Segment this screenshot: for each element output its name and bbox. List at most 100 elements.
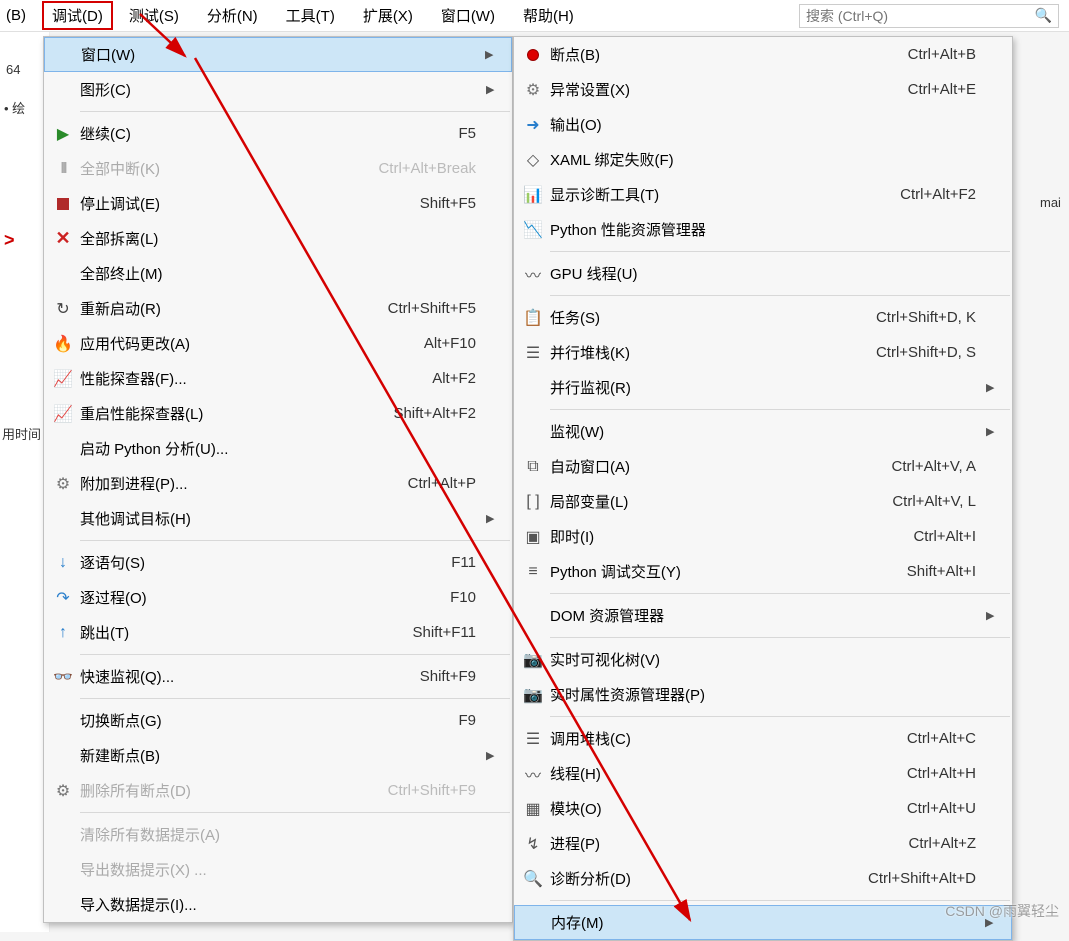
right_menu-item[interactable]: 断点(B)Ctrl+Alt+B [514, 37, 1012, 72]
menu-item-shortcut: Ctrl+Alt+H [907, 765, 986, 782]
menubar-item-test[interactable]: 测试(S) [115, 1, 193, 30]
menu-item-shortcut: Ctrl+Alt+U [907, 800, 986, 817]
menubar-item-analyze[interactable]: 分析(N) [193, 1, 272, 30]
menu-item-label: 自动窗口(A) [550, 456, 892, 477]
right_menu-item[interactable]: 〰GPU 线程(U) [514, 256, 1012, 291]
right_menu-item[interactable]: 并行监视(R)▶ [514, 370, 1012, 405]
left_menu-item[interactable]: ✕全部拆离(L) [44, 221, 512, 256]
blank-icon [46, 78, 80, 102]
menu-separator [80, 698, 510, 699]
menubar-item-help[interactable]: 帮助(H) [509, 1, 588, 30]
menu-separator [80, 812, 510, 813]
right_menu-item[interactable]: ◇XAML 绑定失败(F) [514, 142, 1012, 177]
left_menu-item[interactable]: 停止调试(E)Shift+F5 [44, 186, 512, 221]
left_menu-item[interactable]: 启动 Python 分析(U)... [44, 431, 512, 466]
menu-item-label: 启动 Python 分析(U)... [80, 438, 476, 459]
right_menu-item[interactable]: 内存(M)▶ [514, 905, 1012, 940]
search-input[interactable] [806, 8, 1035, 24]
left_menu-item[interactable]: ⚙附加到进程(P)...Ctrl+Alt+P [44, 466, 512, 501]
left_menu-item[interactable]: ↻重新启动(R)Ctrl+Shift+F5 [44, 291, 512, 326]
right_menu-item[interactable]: 监视(W)▶ [514, 414, 1012, 449]
right_menu-item[interactable]: ▣即时(I)Ctrl+Alt+I [514, 519, 1012, 554]
watch-icon: 👓 [46, 665, 80, 689]
left_menu-item[interactable]: ↷逐过程(O)F10 [44, 580, 512, 615]
right_menu-item[interactable]: ⚙异常设置(X)Ctrl+Alt+E [514, 72, 1012, 107]
left_menu-item: 导出数据提示(X) ... [44, 852, 512, 887]
left_menu-item[interactable]: 🔥应用代码更改(A)Alt+F10 [44, 326, 512, 361]
auto-icon: ⧉ [516, 455, 550, 479]
right_menu-item[interactable]: ▦模块(O)Ctrl+Alt+U [514, 791, 1012, 826]
left_menu-item: II全部中断(K)Ctrl+Alt+Break [44, 151, 512, 186]
bp-icon [516, 43, 550, 67]
bg-time: 用时间 [2, 424, 41, 443]
blank-icon [46, 709, 80, 733]
stepin-icon: ↓ [46, 551, 80, 575]
menu-item-label: 重启性能探查器(L) [80, 403, 393, 424]
left_menu-item[interactable]: 👓快速监视(Q)...Shift+F9 [44, 659, 512, 694]
left_menu-item[interactable]: 窗口(W)▶ [44, 37, 512, 72]
menu-item-label: Python 性能资源管理器 [550, 219, 976, 240]
left_menu-item[interactable]: ↑跳出(T)Shift+F11 [44, 615, 512, 650]
left_menu-item[interactable]: 切换断点(G)F9 [44, 703, 512, 738]
pyi-icon: ≡ [516, 560, 550, 584]
right_menu-item[interactable]: ☰调用堆栈(C)Ctrl+Alt+C [514, 721, 1012, 756]
right_menu-item[interactable]: 🔍诊断分析(D)Ctrl+Shift+Alt+D [514, 861, 1012, 896]
blank-icon [46, 823, 80, 847]
right_menu-item[interactable]: 📊显示诊断工具(T)Ctrl+Alt+F2 [514, 177, 1012, 212]
menu-separator [550, 295, 1010, 296]
right_menu-item[interactable]: 〰线程(H)Ctrl+Alt+H [514, 756, 1012, 791]
right_menu-item[interactable]: 📷实时可视化树(V) [514, 642, 1012, 677]
left_menu-item[interactable]: 导入数据提示(I)... [44, 887, 512, 922]
menubar-item-debug[interactable]: 调试(D) [42, 1, 113, 30]
left_menu-item[interactable]: 图形(C)▶ [44, 72, 512, 107]
bg-x64: 64 [6, 62, 20, 77]
left_menu-item[interactable]: 全部终止(M) [44, 256, 512, 291]
right_menu-item[interactable]: [ ]局部变量(L)Ctrl+Alt+V, L [514, 484, 1012, 519]
right_menu-item[interactable]: DOM 资源管理器▶ [514, 598, 1012, 633]
menu-separator [550, 900, 1010, 901]
right_menu-item[interactable]: 📷实时属性资源管理器(P) [514, 677, 1012, 712]
left_menu-item[interactable]: ↓逐语句(S)F11 [44, 545, 512, 580]
menu-item-label: 调用堆栈(C) [550, 728, 907, 749]
th-icon: 〰 [516, 762, 550, 786]
menu-item-shortcut: Ctrl+Shift+D, K [876, 309, 986, 326]
menu-item-label: 异常设置(X) [550, 79, 908, 100]
right_menu-item[interactable]: 📋任务(S)Ctrl+Shift+D, K [514, 300, 1012, 335]
left_menu-item[interactable]: 📈性能探查器(F)...Alt+F2 [44, 361, 512, 396]
right_menu-item[interactable]: 📉Python 性能资源管理器 [514, 212, 1012, 247]
menu-item-label: 窗口(W) [81, 44, 475, 65]
menubar-item-tools[interactable]: 工具(T) [272, 1, 349, 30]
menu-item-label: 显示诊断工具(T) [550, 184, 900, 205]
pause-icon: II [46, 157, 80, 181]
left_menu-item[interactable]: 新建断点(B)▶ [44, 738, 512, 773]
gear-icon: ⚙ [516, 78, 550, 102]
right_menu-item[interactable]: ☰并行堆栈(K)Ctrl+Shift+D, S [514, 335, 1012, 370]
xaml-icon: ◇ [516, 148, 550, 172]
left_menu-item[interactable]: 📈重启性能探查器(L)Shift+Alt+F2 [44, 396, 512, 431]
menu-item-shortcut: Ctrl+Shift+F9 [388, 782, 486, 799]
search-box[interactable]: 🔍 [799, 4, 1059, 28]
bg-red-marker: > [4, 230, 15, 251]
submenu-arrow-icon: ▶ [486, 512, 500, 525]
diag-icon: 📊 [516, 183, 550, 207]
right_menu-item[interactable]: ➜输出(O) [514, 107, 1012, 142]
da-icon: 🔍 [516, 867, 550, 891]
menubar-item-extensions[interactable]: 扩展(X) [349, 1, 427, 30]
menu-item-label: 线程(H) [550, 763, 907, 784]
menu-item-shortcut: Ctrl+Alt+P [408, 475, 486, 492]
right_menu-item[interactable]: ≡Python 调试交互(Y)Shift+Alt+I [514, 554, 1012, 589]
task-icon: 📋 [516, 306, 550, 330]
menu-item-label: 全部终止(M) [80, 263, 476, 284]
menu-separator [550, 409, 1010, 410]
left_menu-item[interactable]: ▶继续(C)F5 [44, 116, 512, 151]
left_menu-item[interactable]: 其他调试目标(H)▶ [44, 501, 512, 536]
fire-icon: 🔥 [46, 332, 80, 356]
menu-item-shortcut: Ctrl+Alt+V, L [892, 493, 986, 510]
menu-separator [550, 637, 1010, 638]
right_menu-item[interactable]: ↯进程(P)Ctrl+Alt+Z [514, 826, 1012, 861]
right_menu-item[interactable]: ⧉自动窗口(A)Ctrl+Alt+V, A [514, 449, 1012, 484]
stop-icon [46, 192, 80, 216]
menubar-item-window[interactable]: 窗口(W) [427, 1, 509, 30]
menubar-item-b[interactable]: (B) [0, 3, 40, 28]
menu-item-label: 导入数据提示(I)... [80, 894, 476, 915]
